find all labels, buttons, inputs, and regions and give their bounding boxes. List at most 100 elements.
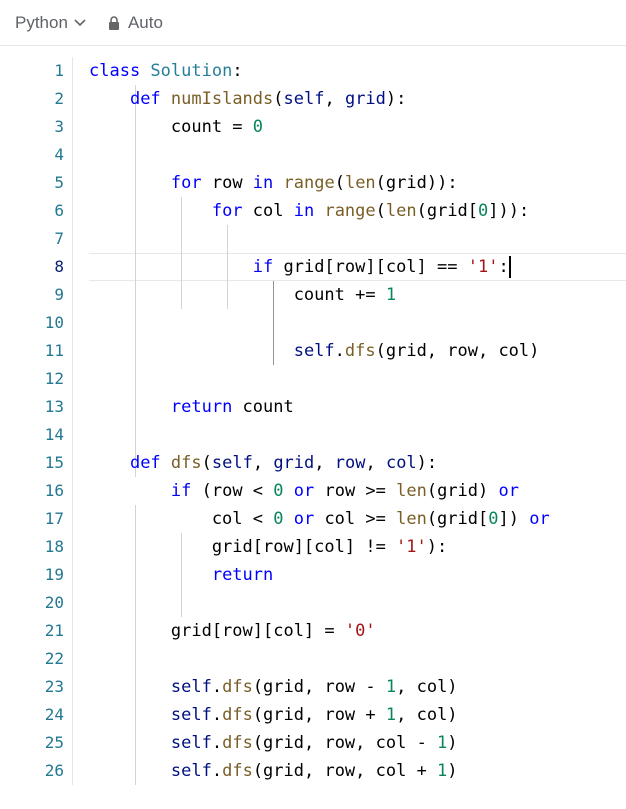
code-token: self [211,453,253,473]
code-token: self [170,705,212,725]
code-token: (grid, row - [252,677,386,697]
code-token: ): [385,89,407,109]
code-token: 0 [273,481,294,501]
code-line[interactable]: class Solution: [89,57,626,85]
code-token: if [252,257,284,277]
code-token: def [129,453,171,473]
code-line[interactable] [89,309,626,337]
line-number: 25 [44,733,64,752]
code-line[interactable]: def dfs(self, grid, row, col): [89,449,626,477]
code-line[interactable]: count = 0 [89,113,626,141]
editor-toolbar: Python Auto [0,0,626,46]
code-token: col >= [324,509,397,529]
code-line[interactable]: def numIslands(self, grid): [89,85,626,113]
code-token: '1' [396,537,427,557]
line-number-gutter: 1 2 3 4 5 6 7 8 9 10 11 12 13 14 15 16 17 18 19 20 21 22 23 24 2… [0,57,72,785]
line-number: 26 [44,761,64,780]
code-line[interactable] [89,421,626,449]
language-selector[interactable]: Python [15,13,86,33]
code-line[interactable]: grid[row][col] = '0' [89,617,626,645]
line-number: 1 [54,61,64,80]
code-token: self [283,89,325,109]
code-editor[interactable]: 1 2 3 4 5 6 7 8 9 10 11 12 13 14 15 16 17 18 19 20 21 22 23 24 2… [0,57,626,809]
code-token: return [170,397,243,417]
code-token: (grid, row, col + [252,761,438,781]
code-token: self [293,341,335,361]
code-line[interactable]: if grid[row][col] == '1': [89,253,626,281]
code-token: : [498,257,509,277]
line-number: 12 [44,369,64,388]
code-line[interactable] [89,141,626,169]
line-number: 6 [54,201,64,220]
code-token: 0 [478,201,489,221]
code-token: dfs [170,453,202,473]
code-token: 0 [252,117,264,137]
code-token: . [211,705,223,725]
code-line[interactable]: return [89,561,626,589]
line-number: 2 [54,89,64,108]
code-token: range [324,201,376,221]
code-line[interactable]: for row in range(len(grid)): [89,169,626,197]
mode-selector[interactable]: Auto [128,13,163,33]
code-token: row [211,173,253,193]
code-token: ( [273,89,284,109]
code-token: dfs [222,761,253,781]
code-line[interactable]: if (row < 0 or row >= len(grid) or [89,477,626,505]
code-line[interactable]: self.dfs(grid, row, col) [89,337,626,365]
code-line[interactable]: self.dfs(grid, row - 1, col) [89,673,626,701]
code-token: (grid, row + [252,705,386,725]
code-line[interactable]: self.dfs(grid, row + 1, col) [89,701,626,729]
code-token: grid[row][col] = [89,621,345,641]
line-number: 14 [44,425,64,444]
code-line[interactable]: self.dfs(grid, row, col + 1) [89,757,626,785]
code-line[interactable]: col < 0 or col >= len(grid[0]) or [89,505,626,533]
code-token: , col) [396,677,458,697]
code-token: col [385,453,417,473]
code-token: len [396,509,427,529]
code-token: return [211,565,274,585]
code-token: def [129,89,171,109]
code-token: , [314,453,335,473]
code-line[interactable] [89,365,626,393]
code-token: in [252,173,284,193]
code-token: . [211,761,223,781]
code-token: col [252,201,294,221]
code-token: ( [334,173,345,193]
mode-label: Auto [127,12,163,32]
code-area[interactable]: class Solution: def numIslands(self, gri… [89,57,626,785]
code-token: dfs [344,341,376,361]
code-line[interactable]: count += 1 [89,281,626,309]
line-number: 22 [44,649,64,668]
code-token: grid[row][col] != [89,537,397,557]
code-token: 1 [385,705,397,725]
code-token: (grid, row, col - [252,733,438,753]
line-number: 20 [44,593,64,612]
line-number: 8 [54,257,64,276]
code-token: ): [426,537,448,557]
language-label: Python [15,12,68,32]
code-token: (grid, row, col) [375,341,540,361]
code-line[interactable]: for col in range(len(grid[0])): [89,197,626,225]
code-token: grid [344,89,386,109]
code-line[interactable] [89,589,626,617]
code-line[interactable]: grid[row][col] != '1'): [89,533,626,561]
line-number: 7 [54,229,64,248]
code-line[interactable]: return count [89,393,626,421]
code-token: dfs [222,705,253,725]
line-number: 19 [44,565,64,584]
code-line[interactable]: self.dfs(grid, row, col - 1) [89,729,626,757]
line-number: 18 [44,537,64,556]
code-token: len [344,173,376,193]
code-token: (grid[ [426,509,489,529]
code-token: 1 [385,285,397,305]
code-token: 1 [385,677,397,697]
code-line[interactable] [89,225,626,253]
code-line[interactable] [89,645,626,673]
code-token: self [170,733,212,753]
line-number: 10 [44,313,64,332]
code-token: 1 [437,761,448,781]
code-token: ( [201,453,212,473]
